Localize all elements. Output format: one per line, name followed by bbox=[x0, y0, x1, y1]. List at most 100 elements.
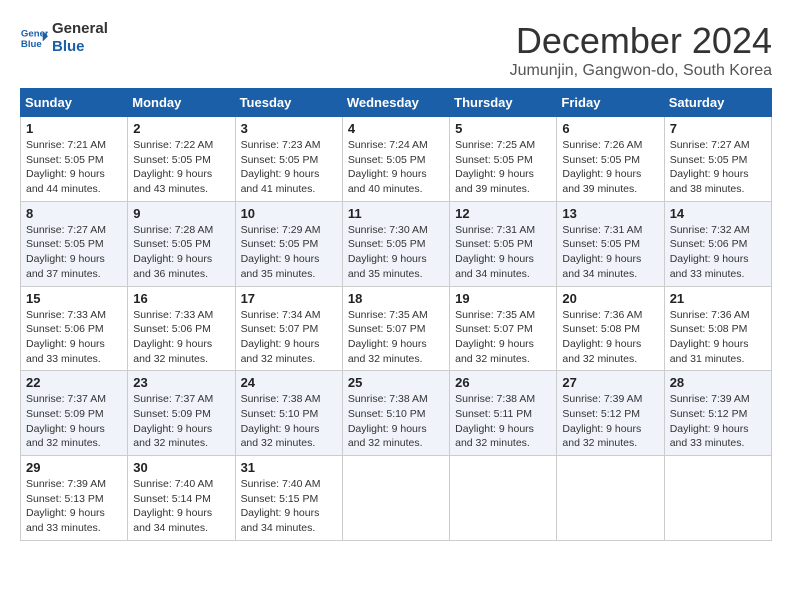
day-number: 18 bbox=[348, 291, 444, 306]
day-detail: Sunrise: 7:27 AMSunset: 5:05 PMDaylight:… bbox=[670, 138, 766, 197]
calendar-cell: 24 Sunrise: 7:38 AMSunset: 5:10 PMDayligh… bbox=[235, 371, 342, 456]
calendar-cell: 30 Sunrise: 7:40 AMSunset: 5:14 PMDayligh… bbox=[128, 456, 235, 541]
calendar-cell: 23 Sunrise: 7:37 AMSunset: 5:09 PMDayligh… bbox=[128, 371, 235, 456]
calendar-cell: 4Sunrise: 7:24 AMSunset: 5:05 PMDaylight… bbox=[342, 117, 449, 202]
calendar-week-row: 15 Sunrise: 7:33 AMSunset: 5:06 PMDayligh… bbox=[21, 286, 772, 371]
day-number: 22 bbox=[26, 375, 122, 390]
calendar-cell: 17 Sunrise: 7:34 AMSunset: 5:07 PMDayligh… bbox=[235, 286, 342, 371]
day-header: Saturday bbox=[664, 89, 771, 117]
day-number: 23 bbox=[133, 375, 229, 390]
logo: General Blue General Blue bbox=[20, 20, 108, 56]
calendar-cell: 22 Sunrise: 7:37 AMSunset: 5:09 PMDayligh… bbox=[21, 371, 128, 456]
calendar-cell: 7 Sunrise: 7:27 AMSunset: 5:05 PMDaylight… bbox=[664, 117, 771, 202]
calendar-cell bbox=[557, 456, 664, 541]
calendar-week-row: 22 Sunrise: 7:37 AMSunset: 5:09 PMDayligh… bbox=[21, 371, 772, 456]
day-detail: Sunrise: 7:29 AMSunset: 5:05 PMDaylight:… bbox=[241, 223, 337, 282]
day-detail: Sunrise: 7:26 AMSunset: 5:05 PMDaylight:… bbox=[562, 138, 658, 197]
calendar-cell bbox=[342, 456, 449, 541]
day-detail: Sunrise: 7:35 AMSunset: 5:07 PMDaylight:… bbox=[455, 308, 551, 367]
calendar-cell: 14 Sunrise: 7:32 AMSunset: 5:06 PMDayligh… bbox=[664, 201, 771, 286]
day-number: 12 bbox=[455, 206, 551, 221]
day-detail: Sunrise: 7:28 AMSunset: 5:05 PMDaylight:… bbox=[133, 223, 229, 282]
day-detail: Sunrise: 7:38 AMSunset: 5:10 PMDaylight:… bbox=[348, 392, 444, 451]
calendar-cell: 5 Sunrise: 7:25 AMSunset: 5:05 PMDaylight… bbox=[450, 117, 557, 202]
day-number: 8 bbox=[26, 206, 122, 221]
day-detail: Sunrise: 7:38 AMSunset: 5:10 PMDaylight:… bbox=[241, 392, 337, 451]
day-number: 3 bbox=[241, 121, 337, 136]
calendar-cell: 3 Sunrise: 7:23 AMSunset: 5:05 PMDaylight… bbox=[235, 117, 342, 202]
day-number: 20 bbox=[562, 291, 658, 306]
calendar-cell: 19 Sunrise: 7:35 AMSunset: 5:07 PMDayligh… bbox=[450, 286, 557, 371]
day-number: 24 bbox=[241, 375, 337, 390]
day-detail: Sunrise: 7:39 AMSunset: 5:13 PMDaylight:… bbox=[26, 477, 122, 536]
calendar-cell: 20 Sunrise: 7:36 AMSunset: 5:08 PMDayligh… bbox=[557, 286, 664, 371]
day-number: 5 bbox=[455, 121, 551, 136]
calendar-cell: 28Sunrise: 7:39 AMSunset: 5:12 PMDayligh… bbox=[664, 371, 771, 456]
calendar-cell: 25 Sunrise: 7:38 AMSunset: 5:10 PMDayligh… bbox=[342, 371, 449, 456]
day-number: 14 bbox=[670, 206, 766, 221]
day-number: 2 bbox=[133, 121, 229, 136]
calendar-cell: 18 Sunrise: 7:35 AMSunset: 5:07 PMDayligh… bbox=[342, 286, 449, 371]
day-number: 17 bbox=[241, 291, 337, 306]
calendar-cell: 9 Sunrise: 7:28 AMSunset: 5:05 PMDaylight… bbox=[128, 201, 235, 286]
day-detail: Sunrise: 7:38 AMSunset: 5:11 PMDaylight:… bbox=[455, 392, 551, 451]
logo-icon: General Blue bbox=[20, 24, 48, 52]
calendar-cell bbox=[450, 456, 557, 541]
day-detail: Sunrise: 7:30 AMSunset: 5:05 PMDaylight:… bbox=[348, 223, 444, 282]
day-detail: Sunrise: 7:25 AMSunset: 5:05 PMDaylight:… bbox=[455, 138, 551, 197]
day-number: 25 bbox=[348, 375, 444, 390]
calendar-cell: 27Sunrise: 7:39 AMSunset: 5:12 PMDayligh… bbox=[557, 371, 664, 456]
day-detail: Sunrise: 7:27 AMSunset: 5:05 PMDaylight:… bbox=[26, 223, 122, 282]
page-container: General Blue General Blue December 2024 … bbox=[20, 20, 772, 541]
day-detail: Sunrise: 7:40 AMSunset: 5:14 PMDaylight:… bbox=[133, 477, 229, 536]
day-header: Sunday bbox=[21, 89, 128, 117]
location-title: Jumunjin, Gangwon-do, South Korea bbox=[510, 62, 772, 80]
day-header: Tuesday bbox=[235, 89, 342, 117]
calendar-cell: 29 Sunrise: 7:39 AMSunset: 5:13 PMDayligh… bbox=[21, 456, 128, 541]
day-header: Thursday bbox=[450, 89, 557, 117]
day-detail: Sunrise: 7:36 AMSunset: 5:08 PMDaylight:… bbox=[670, 308, 766, 367]
calendar-cell: 15 Sunrise: 7:33 AMSunset: 5:06 PMDayligh… bbox=[21, 286, 128, 371]
day-detail: Sunrise: 7:33 AMSunset: 5:06 PMDaylight:… bbox=[26, 308, 122, 367]
day-detail: Sunrise: 7:35 AMSunset: 5:07 PMDaylight:… bbox=[348, 308, 444, 367]
calendar-week-row: 1 Sunrise: 7:21 AMSunset: 5:05 PMDaylight… bbox=[21, 117, 772, 202]
day-number: 13 bbox=[562, 206, 658, 221]
day-detail: Sunrise: 7:37 AMSunset: 5:09 PMDaylight:… bbox=[26, 392, 122, 451]
day-number: 15 bbox=[26, 291, 122, 306]
svg-text:Blue: Blue bbox=[21, 39, 42, 50]
calendar-cell: 10Sunrise: 7:29 AMSunset: 5:05 PMDayligh… bbox=[235, 201, 342, 286]
day-header: Monday bbox=[128, 89, 235, 117]
day-number: 29 bbox=[26, 460, 122, 475]
day-detail: Sunrise: 7:23 AMSunset: 5:05 PMDaylight:… bbox=[241, 138, 337, 197]
day-number: 21 bbox=[670, 291, 766, 306]
day-detail: Sunrise: 7:37 AMSunset: 5:09 PMDaylight:… bbox=[133, 392, 229, 451]
calendar-cell: 31 Sunrise: 7:40 AMSunset: 5:15 PMDayligh… bbox=[235, 456, 342, 541]
calendar-cell: 21 Sunrise: 7:36 AMSunset: 5:08 PMDayligh… bbox=[664, 286, 771, 371]
day-detail: Sunrise: 7:24 AMSunset: 5:05 PMDaylight:… bbox=[348, 138, 444, 197]
day-number: 1 bbox=[26, 121, 122, 136]
day-detail: Sunrise: 7:31 AMSunset: 5:05 PMDaylight:… bbox=[455, 223, 551, 282]
day-number: 31 bbox=[241, 460, 337, 475]
day-number: 30 bbox=[133, 460, 229, 475]
day-detail: Sunrise: 7:32 AMSunset: 5:06 PMDaylight:… bbox=[670, 223, 766, 282]
day-number: 9 bbox=[133, 206, 229, 221]
day-detail: Sunrise: 7:34 AMSunset: 5:07 PMDaylight:… bbox=[241, 308, 337, 367]
day-header: Wednesday bbox=[342, 89, 449, 117]
logo-general: General bbox=[52, 20, 108, 38]
title-block: December 2024 Jumunjin, Gangwon-do, Sout… bbox=[510, 20, 772, 80]
day-detail: Sunrise: 7:40 AMSunset: 5:15 PMDaylight:… bbox=[241, 477, 337, 536]
logo-blue: Blue bbox=[52, 38, 108, 56]
month-title: December 2024 bbox=[510, 20, 772, 62]
day-detail: Sunrise: 7:36 AMSunset: 5:08 PMDaylight:… bbox=[562, 308, 658, 367]
calendar-cell: 6Sunrise: 7:26 AMSunset: 5:05 PMDaylight… bbox=[557, 117, 664, 202]
calendar-cell: 16Sunrise: 7:33 AMSunset: 5:06 PMDayligh… bbox=[128, 286, 235, 371]
calendar-cell: 11Sunrise: 7:30 AMSunset: 5:05 PMDayligh… bbox=[342, 201, 449, 286]
calendar-cell: 8 Sunrise: 7:27 AMSunset: 5:05 PMDaylight… bbox=[21, 201, 128, 286]
calendar-cell: 2Sunrise: 7:22 AMSunset: 5:05 PMDaylight… bbox=[128, 117, 235, 202]
day-detail: Sunrise: 7:21 AMSunset: 5:05 PMDaylight:… bbox=[26, 138, 122, 197]
day-number: 26 bbox=[455, 375, 551, 390]
day-detail: Sunrise: 7:33 AMSunset: 5:06 PMDaylight:… bbox=[133, 308, 229, 367]
day-number: 7 bbox=[670, 121, 766, 136]
day-number: 19 bbox=[455, 291, 551, 306]
calendar-header-row: SundayMondayTuesdayWednesdayThursdayFrid… bbox=[21, 89, 772, 117]
